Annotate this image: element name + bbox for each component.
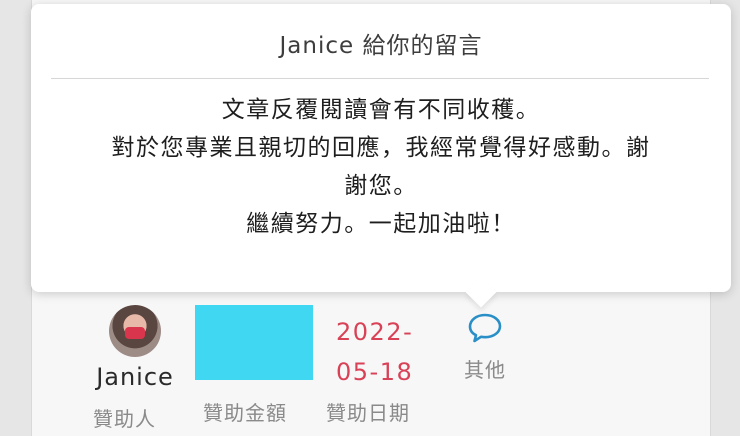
popover-title: Janice 給你的留言 [279, 33, 483, 59]
date-label: 贊助日期 [326, 401, 410, 425]
date-line-2: 05-18 [336, 358, 414, 386]
popover-divider [51, 78, 709, 79]
other-label: 其他 [464, 358, 506, 382]
message-line: 對於您專業且親切的回應，我經常覺得好感動。謝 [111, 135, 651, 161]
sponsor-info: Janice [80, 305, 190, 391]
amount-redacted-box [195, 305, 313, 380]
sponsor-date-value: 2022- 05-18 [336, 312, 426, 392]
sponsor-role-label: 贊助人 [93, 407, 156, 431]
avatar-mask-detail [125, 327, 145, 339]
message-line: 繼續努力。一起加油啦！ [246, 211, 516, 237]
message-popover: Janice 給你的留言 文章反覆閱讀會有不同收穫。 對於您專業且親切的回應，我… [31, 4, 731, 292]
amount-label: 贊助金額 [203, 401, 287, 425]
popover-message: 文章反覆閱讀會有不同收穫。 對於您專業且親切的回應，我經常覺得好感動。謝 謝您。… [51, 91, 711, 243]
message-line: 文章反覆閱讀會有不同收穫。 [221, 97, 541, 123]
message-line: 謝您。 [344, 173, 418, 199]
avatar[interactable] [109, 305, 161, 357]
sponsor-name: Janice [96, 363, 174, 391]
chat-bubble-icon [468, 313, 502, 343]
other-message-button[interactable]: 其他 [452, 312, 518, 383]
date-line-1: 2022- [336, 318, 414, 346]
